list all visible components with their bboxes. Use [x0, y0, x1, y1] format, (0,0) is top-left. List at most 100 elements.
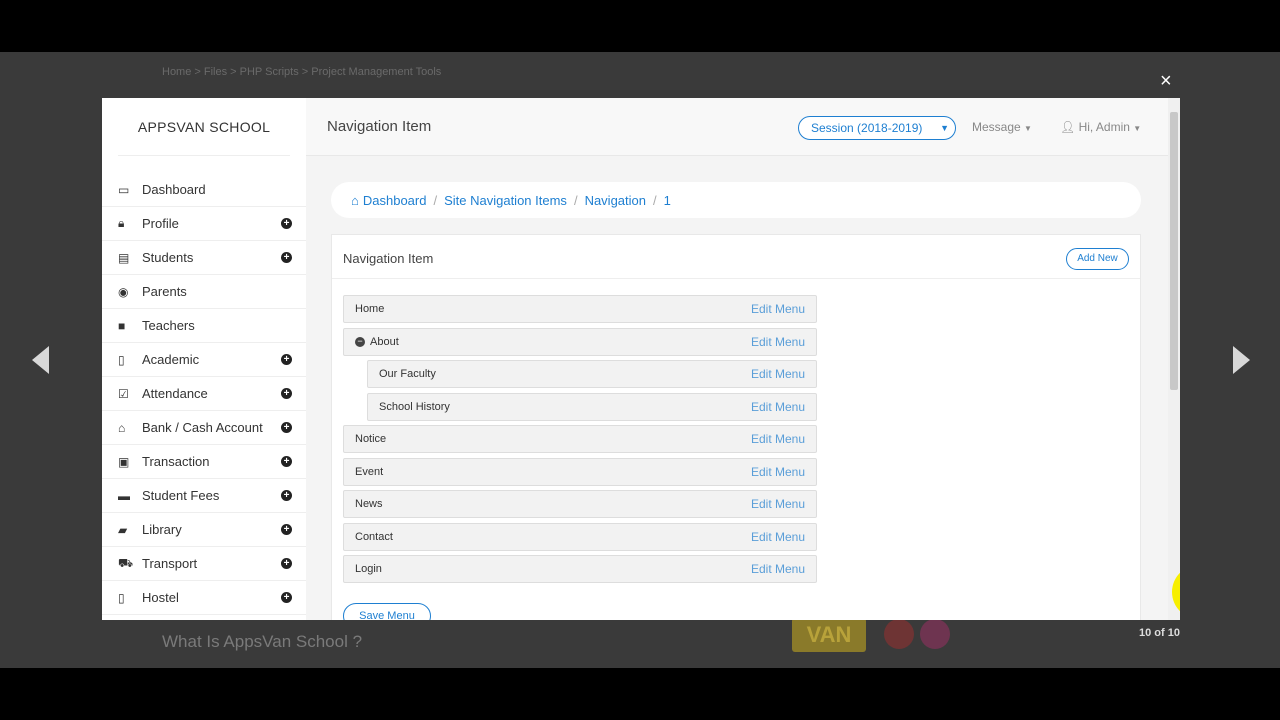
breadcrumb-separator: / — [573, 192, 578, 208]
user-icon: 👤︎ — [1060, 120, 1076, 134]
sidebar-item-label: Dashboard — [142, 182, 206, 197]
brand-logo[interactable]: APPSVAN SCHOOL — [118, 98, 290, 156]
breadcrumb-navigation[interactable]: Navigation — [585, 193, 646, 208]
sidebar-item-academic[interactable]: ▯ Academic + — [102, 343, 306, 377]
background-badge-icon — [884, 619, 914, 649]
breadcrumb-dashboard[interactable]: Dashboard — [363, 193, 427, 208]
plus-circle-icon[interactable]: + — [281, 422, 292, 433]
sidebar-item-label: Transport — [142, 556, 198, 571]
user-circle-icon: ◉ — [118, 284, 129, 299]
sidebar-item-parents[interactable]: ◉ Parents — [102, 275, 306, 309]
prev-arrow-icon[interactable] — [32, 346, 49, 374]
sidebar-item-label: Bank / Cash Account — [142, 420, 263, 435]
breadcrumb-separator: / — [433, 192, 438, 208]
book-icon: ▯ — [118, 352, 125, 367]
menu-tree: Home Edit Menu − About Edit Menu Our Faculty E… — [343, 295, 817, 588]
sidebar-item-label: Teachers — [142, 318, 195, 333]
menu-item-label: Notice — [355, 433, 387, 445]
sidebar-item-hostel[interactable]: ▯ Hostel + — [102, 581, 306, 615]
scrollbar-thumb[interactable] — [1170, 112, 1178, 390]
message-dropdown[interactable]: Message ▼ — [972, 120, 1032, 134]
lock-icon: 🔒︎ — [118, 216, 125, 230]
sidebar-item-label: Profile — [142, 216, 179, 231]
sidebar-item-profile[interactable]: 🔒︎ Profile + — [102, 207, 306, 241]
sidebar-item-label: Academic — [142, 352, 200, 367]
menu-item-about[interactable]: − About Edit Menu — [343, 327, 817, 356]
user-menu[interactable]: 👤︎ Hi, Admin ▼ — [1060, 120, 1141, 134]
breadcrumb-current: 1 — [663, 192, 671, 208]
plus-circle-icon[interactable]: + — [281, 592, 292, 603]
plus-circle-icon[interactable]: + — [281, 524, 292, 535]
sidebar-item-label: Parents — [142, 284, 187, 299]
plus-circle-icon[interactable]: + — [281, 252, 292, 263]
edit-menu-link[interactable]: Edit Menu — [751, 465, 805, 479]
car-icon: ⛟ — [118, 555, 134, 570]
caret-down-icon: ▼ — [1024, 124, 1032, 133]
sidebar-item-attendance[interactable]: ☑ Attendance + — [102, 377, 306, 411]
plus-circle-icon[interactable]: + — [281, 354, 292, 365]
breadcrumb-site-navigation-items[interactable]: Site Navigation Items — [444, 193, 567, 208]
menu-item-home[interactable]: Home Edit Menu — [343, 295, 817, 323]
edit-menu-link[interactable]: Edit Menu — [751, 497, 805, 511]
next-arrow-icon[interactable] — [1233, 346, 1250, 374]
plus-circle-icon[interactable]: + — [281, 490, 292, 501]
id-card-icon: ▤ — [118, 250, 130, 265]
sidebar-item-students[interactable]: ▤ Students + — [102, 241, 306, 275]
sidebar-item-dashboard[interactable]: ▭ Dashboard — [102, 173, 306, 207]
sidebar-item-teachers[interactable]: ■ Teachers — [102, 309, 306, 343]
edit-menu-link[interactable]: Edit Menu — [751, 367, 805, 381]
sidebar-item-transaction[interactable]: ▣ Transaction + — [102, 445, 306, 479]
plus-circle-icon[interactable]: + — [281, 558, 292, 569]
lightbox-overlay: Home > Files > PHP Scripts > Project Man… — [0, 52, 1280, 668]
edit-menu-link[interactable]: Edit Menu — [751, 432, 805, 446]
edit-menu-link[interactable]: Edit Menu — [751, 562, 805, 576]
close-icon[interactable]: × — [1160, 70, 1172, 93]
menu-item-our-faculty[interactable]: Our Faculty Edit Menu — [367, 360, 817, 388]
edit-menu-link[interactable]: Edit Menu — [751, 335, 805, 349]
menu-item-event[interactable]: Event Edit Menu — [343, 457, 817, 486]
menu-item-contact[interactable]: Contact Edit Menu — [343, 522, 817, 551]
edit-menu-link[interactable]: Edit Menu — [751, 530, 805, 544]
edit-menu-link[interactable]: Edit Menu — [751, 400, 805, 414]
menu-item-school-history[interactable]: School History Edit Menu — [367, 392, 817, 421]
sidebar-item-label: Students — [142, 250, 194, 265]
collapse-icon[interactable]: − — [355, 336, 365, 347]
edit-menu-link[interactable]: Edit Menu — [751, 302, 805, 316]
plus-circle-icon[interactable]: + — [281, 218, 292, 229]
plus-circle-icon[interactable]: + — [281, 388, 292, 399]
bank-icon: ⌂ — [118, 420, 126, 435]
add-new-button[interactable]: Add New — [1066, 248, 1129, 270]
scrollbar[interactable] — [1168, 98, 1180, 620]
menu-item-notice[interactable]: Notice Edit Menu — [343, 425, 817, 453]
top-navbar: Navigation Item Session (2018-2019) ▼ Me… — [306, 98, 1168, 156]
caret-down-icon: ▼ — [1133, 124, 1142, 133]
menu-item-label: Contact — [355, 530, 393, 543]
calendar-check-icon: ☑ — [118, 386, 129, 401]
user-menu-label: Hi, Admin — [1078, 120, 1130, 134]
sidebar-item-label: Hostel — [142, 590, 179, 605]
menu-item-news[interactable]: News Edit Menu — [343, 490, 817, 518]
sidebar-item-bank-cash-account[interactable]: ⌂ Bank / Cash Account + — [102, 411, 306, 445]
menu-item-label: Login — [355, 563, 382, 575]
badge-icon: ■ — [118, 318, 126, 333]
save-menu-button[interactable]: Save Menu — [343, 603, 431, 620]
background-heading: What Is AppsVan School ? — [162, 632, 363, 651]
menu-item-login[interactable]: Login Edit Menu — [343, 555, 817, 583]
session-select-label: Session (2018-2019) — [811, 121, 923, 135]
menu-item-label: About — [370, 335, 399, 348]
sidebar-item-label: Attendance — [142, 386, 208, 401]
sidebar-item-student-fees[interactable]: ▬ Student Fees + — [102, 479, 306, 513]
panel-header: Navigation Item Add New — [332, 235, 1140, 279]
sidebar-item-transport[interactable]: ⛟ Transport + — [102, 547, 306, 581]
monitor-icon: ▭ — [118, 182, 130, 197]
screenshot-frame: APPSVAN SCHOOL ▭ Dashboard 🔒︎ Profile + ▤ Stud… — [102, 98, 1180, 620]
plus-circle-icon[interactable]: + — [281, 456, 292, 467]
background-heart-icon — [920, 619, 950, 649]
caret-down-icon: ▼ — [940, 123, 949, 133]
session-select[interactable]: Session (2018-2019) ▼ — [798, 116, 956, 140]
message-label: Message — [972, 120, 1021, 134]
sidebar-item-label: Transaction — [142, 454, 210, 469]
menu-item-label: School History — [379, 400, 450, 413]
sidebar: APPSVAN SCHOOL ▭ Dashboard 🔒︎ Profile + ▤ Stud… — [102, 98, 306, 620]
sidebar-item-library[interactable]: ▰ Library + — [102, 513, 306, 547]
